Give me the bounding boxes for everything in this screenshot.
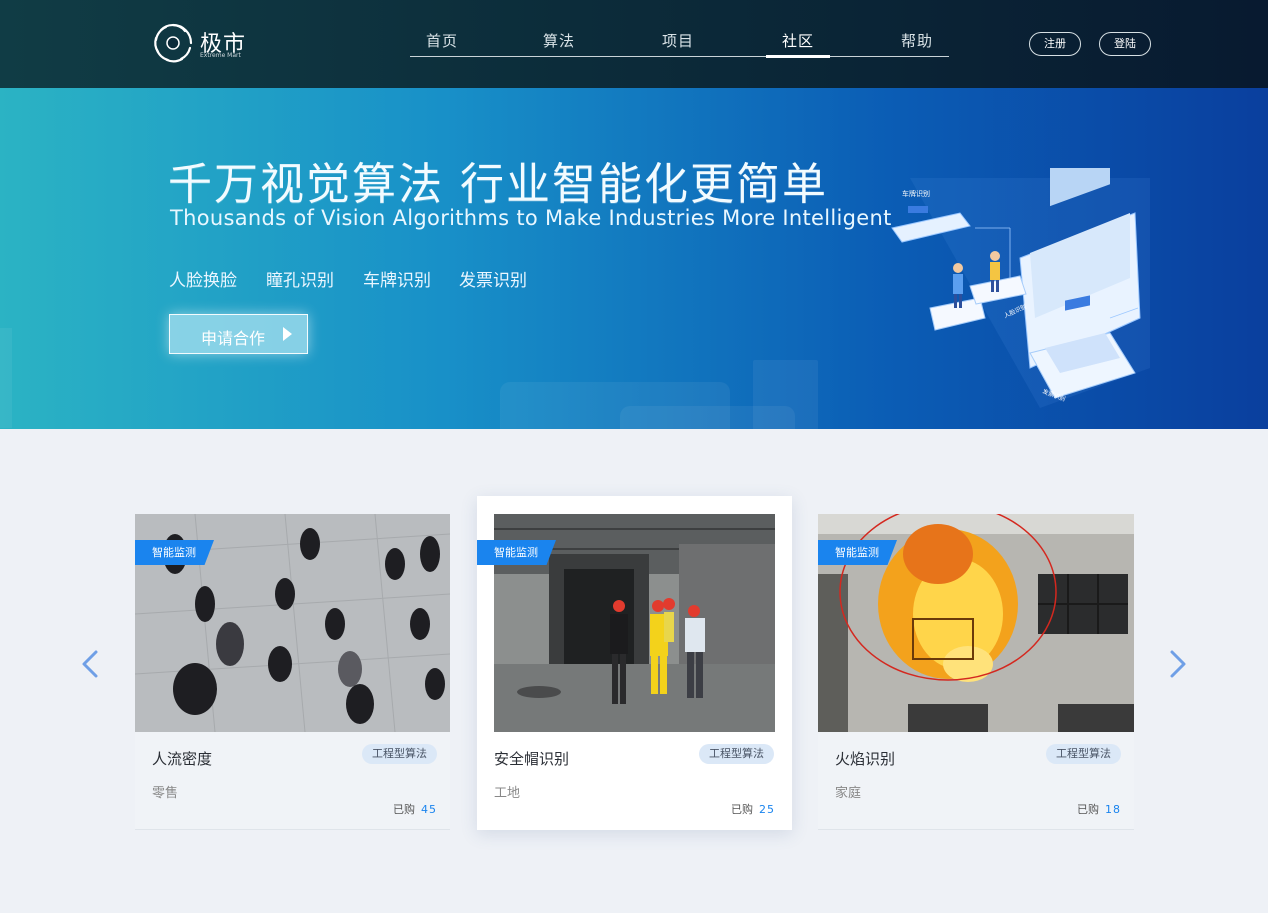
banner-title: 千万视觉算法 行业智能化更简单 (168, 159, 828, 210)
main-nav: 首页 算法 项目 社区 帮助 (410, 0, 949, 58)
card-purchase-count: 已购 18 (1077, 801, 1121, 817)
top-header: 极市 Extreme Mart 首页 算法 项目 社区 帮助 注册 登陆 (0, 0, 1268, 88)
card-title: 火焰识别 (835, 750, 896, 768)
algorithm-card-crowd-density[interactable]: 智能监测 人流密度 工程型算法 零售 已购 45 (135, 514, 450, 830)
nav-item-help[interactable]: 帮助 (885, 30, 949, 51)
login-button[interactable]: 登陆 (1099, 32, 1151, 56)
purchase-number: 18 (1105, 803, 1121, 816)
nav-item-home[interactable]: 首页 (410, 30, 474, 51)
purchase-number: 45 (421, 803, 437, 816)
tag-invoice-recognition[interactable]: 发票识别 (459, 266, 527, 291)
purchase-label: 已购 (393, 803, 415, 816)
card-type-badge: 工程型算法 (1046, 744, 1121, 764)
card-title: 安全帽识别 (494, 750, 570, 768)
illustration-label-plate: 车牌识别 (902, 189, 930, 198)
nav-item-projects[interactable]: 项目 (646, 30, 710, 51)
brand-logo[interactable]: 极市 Extreme Mart (152, 22, 252, 66)
logo-mark-icon (154, 23, 193, 63)
algorithm-card-fire-detection[interactable]: 智能监测 火焰识别 工程型算法 家庭 已购 18 (818, 514, 1134, 830)
banner-decor (0, 328, 12, 428)
card-purchase-count: 已购 45 (393, 801, 437, 817)
card-title: 人流密度 (152, 750, 213, 768)
card-scene: 工地 (494, 786, 521, 801)
chevron-left-icon[interactable] (78, 648, 106, 680)
card-scene: 家庭 (835, 786, 862, 801)
isometric-illustration: 车牌识别 人脸识别 发票识别 (891, 168, 1150, 408)
card-purchase-count: 已购 25 (731, 801, 775, 817)
purchase-number: 25 (759, 803, 775, 816)
apply-cooperation-button[interactable]: 申请合作 (169, 314, 308, 354)
nav-item-algorithms[interactable]: 算法 (527, 30, 591, 51)
nav-active-indicator (766, 55, 830, 58)
banner-subtitle: Thousands of Vision Algorithms to Make I… (170, 206, 892, 230)
card-type-badge: 工程型算法 (699, 744, 774, 764)
chevron-right-icon[interactable] (1164, 648, 1192, 680)
purchase-label: 已购 (731, 803, 753, 816)
tag-plate-recognition[interactable]: 车牌识别 (363, 266, 431, 291)
card-badge: 智能监测 (477, 540, 556, 565)
tag-pupil-recognition[interactable]: 瞳孔识别 (266, 266, 334, 291)
hero-banner: 千万视觉算法 行业智能化更简单 Thousands of Vision Algo… (0, 88, 1268, 429)
card-scene: 零售 (152, 786, 179, 801)
algorithm-card-helmet-detection[interactable]: 智能监测 安全帽识别 工程型算法 工地 已购 25 (477, 496, 792, 830)
card-badge: 智能监测 (818, 540, 897, 565)
tag-face-swap[interactable]: 人脸换脸 (169, 266, 237, 291)
purchase-label: 已购 (1077, 803, 1099, 816)
play-arrow-icon (283, 327, 292, 341)
apply-cooperation-label: 申请合作 (201, 329, 266, 348)
register-button[interactable]: 注册 (1029, 32, 1081, 56)
brand-name-en: Extreme Mart (200, 52, 241, 59)
card-type-badge: 工程型算法 (362, 744, 437, 764)
card-badge: 智能监测 (135, 540, 214, 565)
nav-item-community[interactable]: 社区 (766, 30, 830, 51)
banner-decor (753, 360, 818, 429)
